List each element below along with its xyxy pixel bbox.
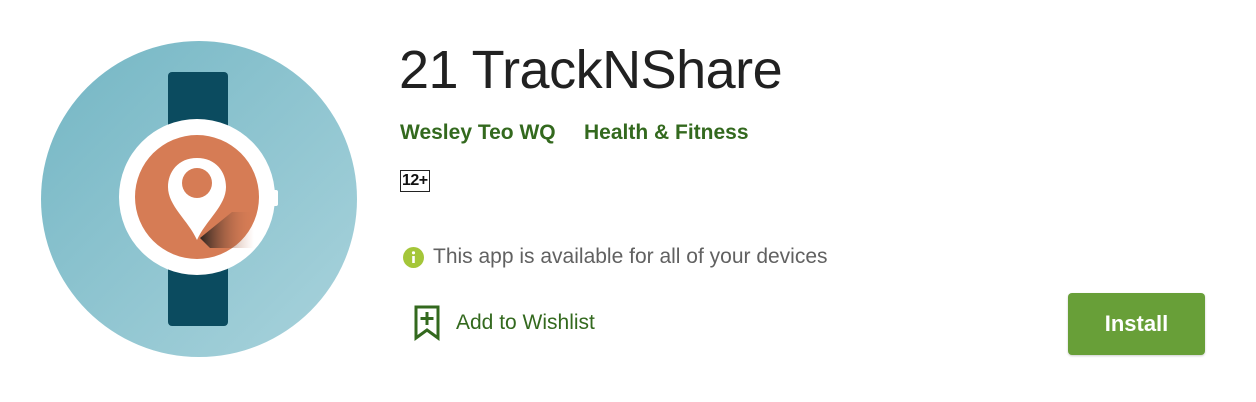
app-icon (40, 40, 358, 358)
app-title: 21 TrackNShare (399, 40, 783, 100)
watch-location-pin-icon (41, 41, 357, 357)
developer-link[interactable]: Wesley Teo WQ (400, 121, 556, 145)
content-rating-badge: 12+ (400, 170, 430, 192)
bookmark-add-icon (412, 305, 442, 341)
availability-text: This app is available for all of your de… (433, 245, 828, 268)
availability-notice: This app is available for all of your de… (403, 244, 828, 270)
install-button[interactable]: Install (1068, 293, 1205, 355)
wishlist-label: Add to Wishlist (456, 311, 595, 334)
category-link[interactable]: Health & Fitness (584, 121, 749, 145)
info-icon (403, 246, 424, 268)
add-to-wishlist-button[interactable]: Add to Wishlist (412, 304, 595, 342)
